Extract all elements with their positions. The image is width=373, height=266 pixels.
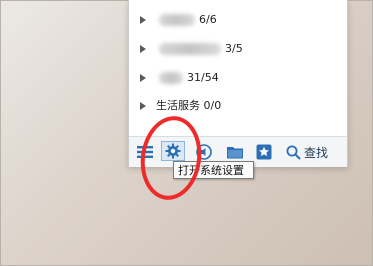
menu-icon — [137, 146, 153, 158]
find-button[interactable]: 查找 — [286, 142, 336, 162]
group-label: 生活服务 0/0 — [156, 99, 222, 112]
contact-group-1[interactable]: 6/6 — [129, 9, 347, 31]
file-folder-button[interactable] — [224, 142, 246, 162]
expand-arrow-icon[interactable] — [140, 45, 146, 53]
contact-list-panel: 6/6 3/5 31/54 生活服务 0/0 查找 — [128, 0, 348, 167]
group-count: 6/6 — [199, 13, 217, 26]
blurred-group-name — [159, 72, 183, 84]
search-icon — [286, 145, 301, 160]
sound-icon — [196, 144, 212, 160]
expand-arrow-icon[interactable] — [140, 74, 146, 82]
group-count: 3/5 — [225, 42, 243, 55]
folder-icon — [227, 147, 243, 159]
sound-button[interactable] — [193, 142, 215, 162]
expand-arrow-icon[interactable] — [140, 102, 146, 110]
system-settings-button[interactable] — [161, 141, 185, 161]
contact-group-2[interactable]: 3/5 — [129, 38, 347, 60]
contact-group-4[interactable]: 生活服务 0/0 — [129, 95, 347, 117]
expand-arrow-icon[interactable] — [140, 16, 146, 24]
contact-group-3[interactable]: 31/54 — [129, 67, 347, 89]
favorites-button[interactable] — [253, 142, 275, 162]
find-label: 查找 — [304, 145, 329, 160]
gear-icon — [165, 143, 181, 159]
settings-tooltip: 打开系统设置 — [173, 161, 254, 179]
group-count: 31/54 — [187, 71, 219, 84]
blurred-group-name — [159, 43, 221, 55]
blurred-group-name — [159, 14, 195, 26]
main-menu-button[interactable] — [134, 142, 156, 162]
star-icon — [256, 144, 272, 160]
